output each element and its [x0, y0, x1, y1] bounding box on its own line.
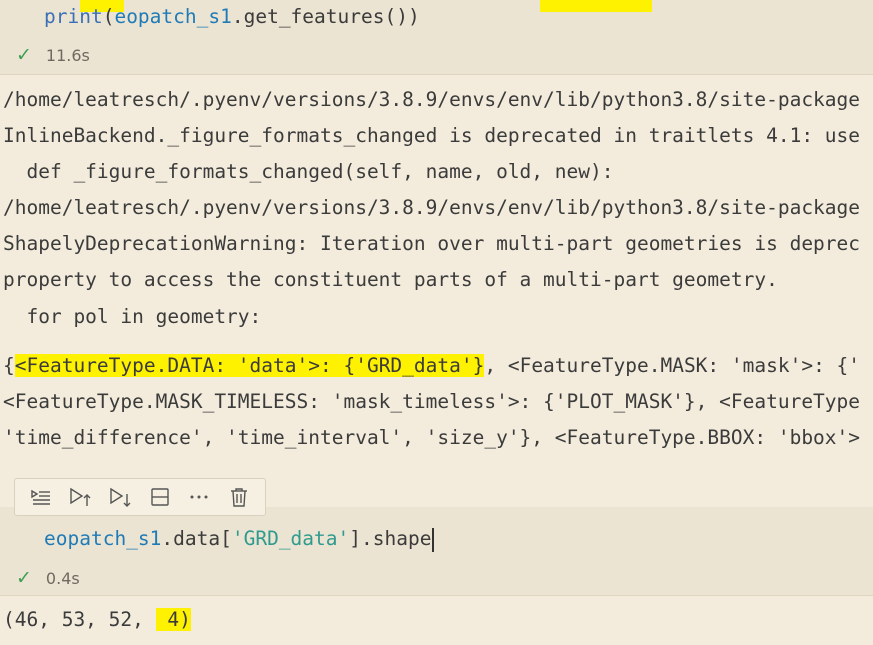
cell-status: ✓ 0.4s — [16, 567, 80, 589]
output-line: /home/leatresch/.pyenv/versions/3.8.9/en… — [3, 88, 861, 111]
output-line: InlineBackend._figure_formats_changed is… — [3, 124, 861, 147]
check-icon: ✓ — [16, 567, 32, 589]
output-line: property to access the constituent parts… — [3, 268, 778, 291]
result-line: {<FeatureType.DATA: 'data'>: {'GRD_data'… — [3, 354, 861, 377]
text-cursor — [432, 527, 435, 552]
cell-output-1: /home/leatresch/.pyenv/versions/3.8.9/en… — [0, 0, 873, 470]
more-icon[interactable] — [185, 483, 213, 511]
highlighted-text: <FeatureType.DATA: 'data'>: {'GRD_data'} — [14, 354, 485, 377]
code-line[interactable]: eopatch_s1.data['GRD_data'].shape — [44, 527, 435, 552]
output-line: for pol in geometry: — [3, 305, 262, 328]
execute-above-icon[interactable] — [66, 483, 94, 511]
output-line: ShapelyDeprecationWarning: Iteration ove… — [3, 232, 861, 255]
result-line: 'time_difference', 'time_interval', 'siz… — [3, 426, 861, 449]
output-line: def _figure_formats_changed(self, name, … — [3, 160, 614, 183]
code-cell-2[interactable]: eopatch_s1.data['GRD_data'].shape ✓ 0.4s — [0, 507, 873, 595]
highlighted-text: 4) — [155, 608, 191, 631]
cell-output-2: (46, 53, 52, 4) — [3, 608, 191, 631]
cell-toolbar — [14, 478, 266, 516]
execute-below-icon[interactable] — [106, 483, 134, 511]
execution-time: 0.4s — [45, 568, 80, 588]
divider — [0, 595, 873, 596]
split-cell-icon[interactable] — [146, 483, 174, 511]
result-line: <FeatureType.MASK_TIMELESS: 'mask_timele… — [3, 390, 861, 413]
output-line: /home/leatresch/.pyenv/versions/3.8.9/en… — [3, 196, 861, 219]
run-by-line-icon[interactable] — [27, 483, 55, 511]
delete-icon[interactable] — [225, 483, 253, 511]
